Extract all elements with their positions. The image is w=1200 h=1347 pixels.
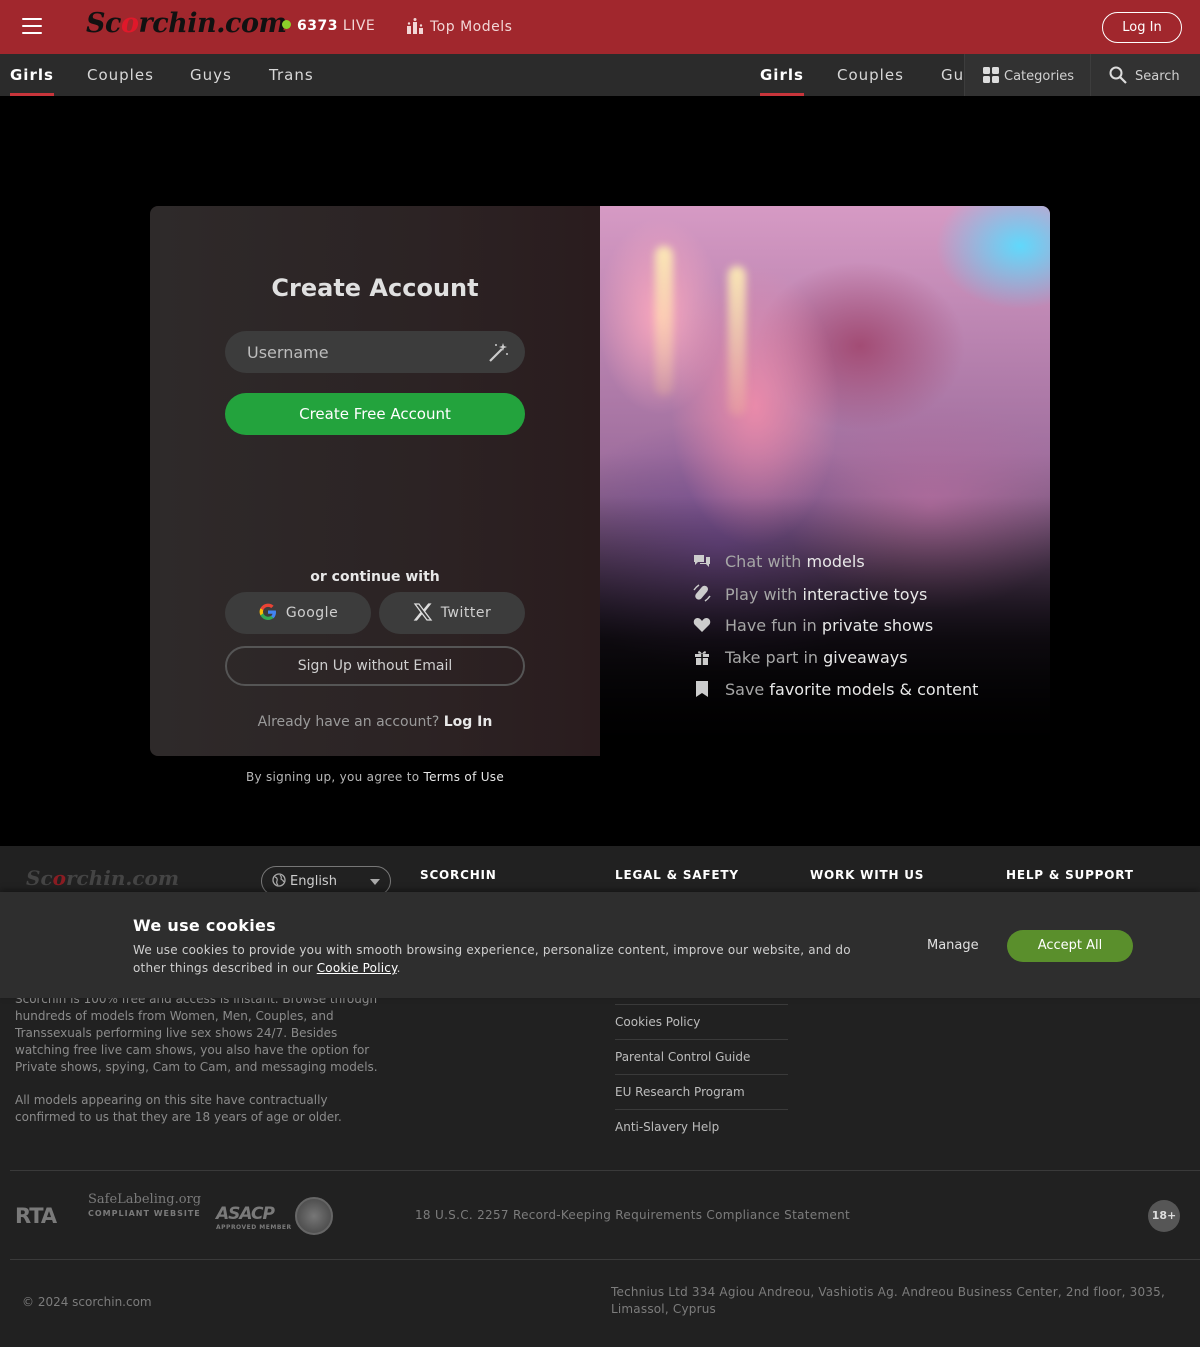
company-address: Technius Ltd 334 Agiou Andreou, Vashioti… (611, 1285, 1165, 1316)
about-paragraph: Scorchin is 100% free and access is inst… (15, 992, 378, 1074)
asacp-badge: ASACP APPROVED MEMBER (216, 1204, 292, 1231)
safelabeling-badge: SafeLabeling.org COMPLIANT WEBSITE (88, 1192, 202, 1218)
google-icon (259, 603, 276, 620)
footer-col-scorchin: SCORCHIN (420, 868, 497, 882)
legal-links: Cookies Policy Parental Control Guide EU… (615, 1004, 788, 1144)
divider (10, 1170, 1200, 1171)
gift-icon (693, 649, 711, 669)
terms-text: By signing up, you agree to Terms of Use (245, 770, 505, 784)
google-signup-button[interactable]: Google (225, 592, 371, 634)
feature-item-toys: Play with interactive toys (693, 584, 978, 616)
search-icon (1109, 66, 1127, 84)
feature-item-chat: Chat with models (693, 552, 978, 584)
cookie-title: We use cookies (133, 916, 277, 935)
cookie-policy-link[interactable]: Cookie Policy (317, 961, 397, 975)
feature-list: Chat with models Play with interactive t… (693, 552, 978, 712)
live-dot-icon (282, 20, 291, 29)
age-18-badge: 18+ (1148, 1200, 1180, 1232)
heart-icon (693, 617, 711, 637)
rta-badge: RTA (15, 1204, 57, 1228)
parental-control-link[interactable]: Parental Control Guide (615, 1039, 788, 1074)
signup-without-email-button[interactable]: Sign Up without Email (225, 646, 525, 686)
top-header: Scorchin.com 6373 LIVE Top Models Log In (0, 0, 1200, 54)
cookie-banner: We use cookies We use cookies to provide… (0, 892, 1200, 998)
compliance-statement-link[interactable]: 18 U.S.C. 2257 Record-Keeping Requiremen… (415, 1208, 850, 1222)
signup-title: Create Account (271, 274, 479, 302)
tab-girls[interactable]: Girls (10, 66, 54, 96)
feature-item-save: Save favorite models & content (693, 680, 978, 712)
twitter-signup-button[interactable]: Twitter (379, 592, 525, 634)
footer-about: Scorchin is 100% free and access is inst… (15, 991, 385, 1142)
tab-guys[interactable]: Guys (190, 66, 232, 84)
x-twitter-icon (413, 603, 433, 621)
copyright: © 2024 scorchin.com (22, 1295, 152, 1309)
footer-col-work: WORK WITH US (810, 868, 925, 882)
anti-slavery-link[interactable]: Anti-Slavery Help (615, 1109, 788, 1144)
continue-with-label: or continue with (310, 569, 440, 585)
globe-icon (272, 873, 286, 887)
already-account-text: Already have an account? Log In (257, 714, 493, 730)
username-input[interactable] (225, 331, 525, 373)
footer-col-legal: LEGAL & SAFETY (615, 868, 739, 882)
feature-item-giveaways: Take part in giveaways (693, 648, 978, 680)
login-link[interactable]: Log In (444, 714, 493, 730)
signup-form-panel: Create Account Create Free Account or co… (150, 206, 600, 756)
bookmark-icon (693, 681, 711, 701)
hero-image: Chat with models Play with interactive t… (600, 206, 1050, 756)
neon-light (728, 266, 746, 416)
category-nav: Girls Couples Guys Trans Girls Couples G… (0, 54, 1200, 96)
chat-icon (693, 553, 711, 573)
manage-cookies-button[interactable]: Manage (927, 938, 979, 953)
footer-col-help: HELP & SUPPORT (1006, 868, 1134, 882)
cookie-text: We use cookies to provide you with smoot… (133, 943, 851, 975)
feature-item-private: Have fun in private shows (693, 616, 978, 648)
tab-girls-secondary[interactable]: Girls (760, 66, 804, 96)
create-account-button[interactable]: Create Free Account (225, 393, 525, 435)
chevron-down-icon (370, 879, 380, 885)
magic-wand-icon[interactable] (487, 342, 509, 364)
tab-trans[interactable]: Trans (269, 66, 314, 84)
footer-logo[interactable]: Scorchin.com (26, 866, 179, 890)
tab-guys-secondary[interactable]: Guys (941, 66, 964, 84)
trophy-icon (407, 18, 423, 34)
top-models-link[interactable]: Top Models (406, 18, 512, 35)
cookies-policy-link[interactable]: Cookies Policy (615, 1004, 788, 1039)
tab-couples[interactable]: Couples (87, 66, 154, 84)
seal-icon (295, 1197, 333, 1235)
signup-card: Create Account Create Free Account or co… (150, 206, 1050, 756)
terms-link[interactable]: Terms of Use (423, 770, 504, 784)
search-button[interactable]: Search (1090, 54, 1200, 96)
live-counter: 6373 LIVE (282, 18, 375, 34)
accept-all-button[interactable]: Accept All (1007, 930, 1133, 962)
divider (10, 1259, 1200, 1260)
login-button[interactable]: Log In (1102, 12, 1182, 43)
categories-button[interactable]: Categories (964, 54, 1090, 96)
neon-light (655, 246, 673, 396)
menu-icon[interactable] (22, 18, 42, 34)
site-logo[interactable]: Scorchin.com (86, 8, 287, 39)
secondary-tabs: Girls Couples Guys (760, 54, 964, 96)
age-paragraph: All models appearing on this site have c… (15, 1093, 342, 1124)
tab-couples-secondary[interactable]: Couples (837, 66, 904, 84)
eu-research-link[interactable]: EU Research Program (615, 1074, 788, 1109)
toy-icon (693, 584, 711, 606)
grid-icon (983, 67, 999, 83)
